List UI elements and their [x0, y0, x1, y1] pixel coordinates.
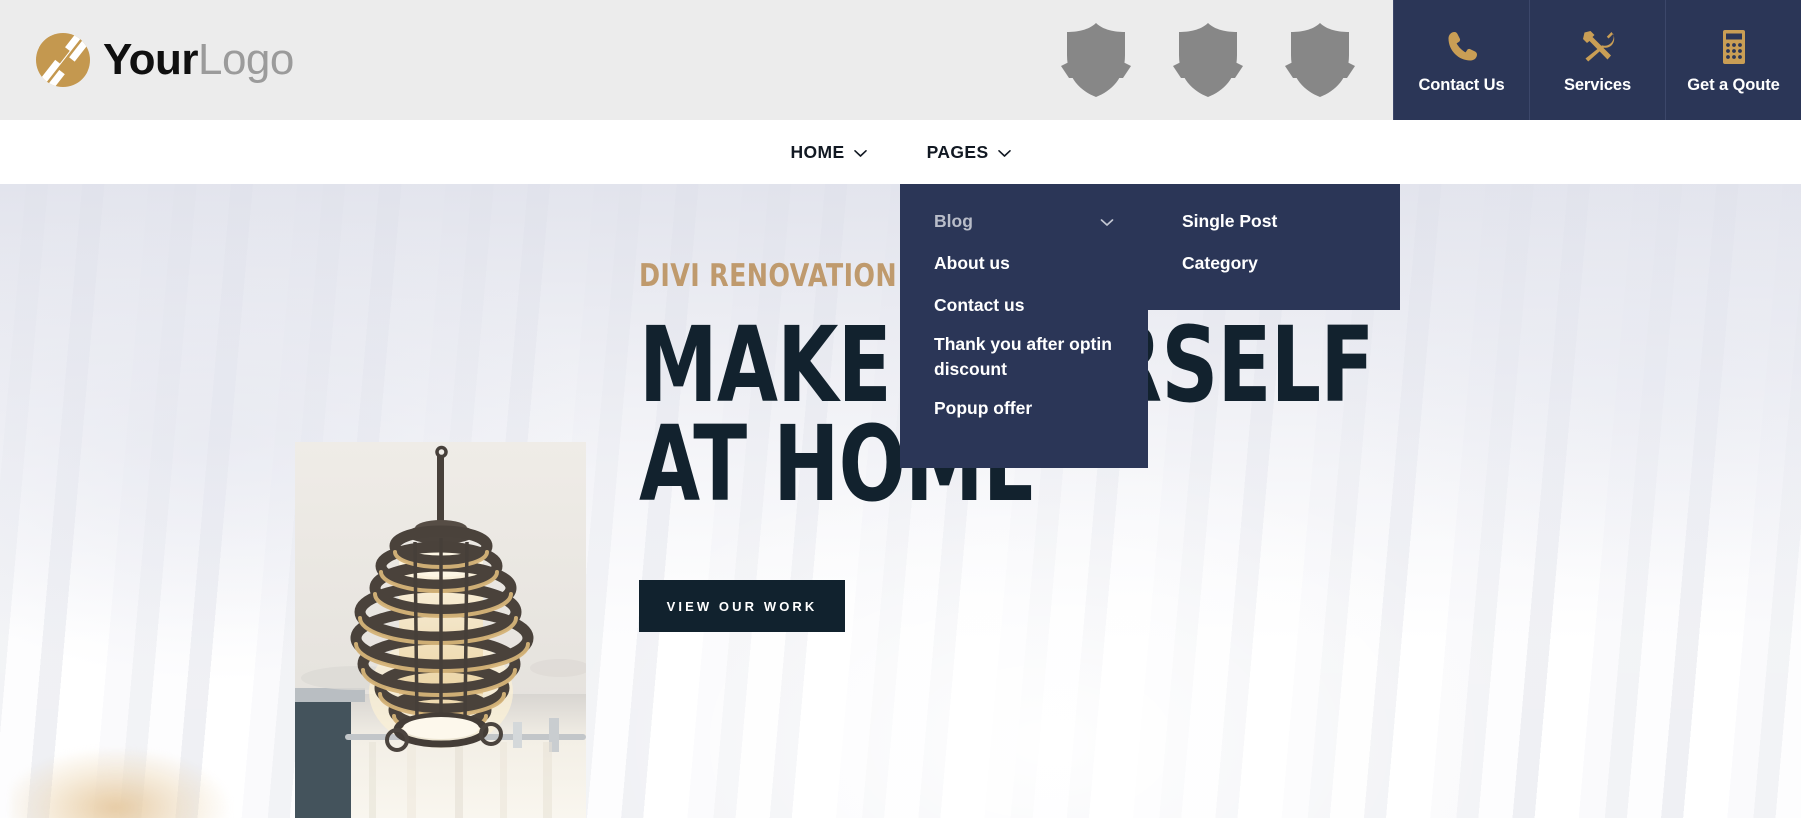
nav-item-home[interactable]: HOME: [790, 120, 867, 184]
site-header: YourLogo Contact Us Services Get a Qoute: [0, 0, 1801, 120]
view-our-work-label: VIEW OUR WORK: [666, 598, 818, 614]
spiral-chandelier-photo: [295, 442, 586, 818]
floral-decor: [10, 748, 230, 818]
dropdown-item-popup-offer-label: Popup offer: [934, 398, 1033, 419]
dropdown-item-popup-offer[interactable]: Popup offer: [900, 394, 1148, 424]
dropdown-item-contact-us-label: Contact us: [934, 294, 1025, 315]
primary-nav: HOME PAGES: [0, 120, 1801, 184]
phone-icon: [1442, 26, 1482, 68]
header-cta-group: Contact Us Services Get a Qoute: [1393, 0, 1801, 120]
chevron-down-icon: [997, 142, 1011, 163]
shield-badge-icon: [1171, 21, 1245, 99]
dropdown-item-category-label: Category: [1182, 252, 1258, 273]
nav-item-home-label: HOME: [790, 141, 845, 162]
dropdown-item-contact-us[interactable]: Contact us: [900, 290, 1148, 320]
logo-text: YourLogo: [103, 35, 294, 85]
dropdown-main-column: Blog About us Contact us Thank you after…: [900, 184, 1148, 468]
nav-item-pages-label: PAGES: [926, 141, 989, 162]
view-our-work-button[interactable]: VIEW OUR WORK: [639, 580, 845, 632]
dropdown-item-about-us-label: About us: [934, 252, 1010, 273]
shield-badge-icon: [1283, 21, 1357, 99]
header-spacer: [294, 0, 1059, 120]
logo-text-secondary: Logo: [197, 35, 294, 84]
services-button[interactable]: Services: [1529, 0, 1665, 120]
calculator-icon: [1714, 26, 1754, 68]
dropdown-item-blog[interactable]: Blog: [900, 206, 1148, 236]
logo[interactable]: YourLogo: [0, 0, 294, 120]
dropdown-item-single-post-label: Single Post: [1182, 210, 1278, 231]
nav-item-pages[interactable]: PAGES: [927, 120, 1011, 184]
dropdown-submenu-column: Single Post Category: [1148, 184, 1400, 310]
pages-dropdown-menu: Blog About us Contact us Thank you after…: [900, 184, 1400, 468]
dropdown-item-about-us[interactable]: About us: [900, 248, 1148, 278]
dropdown-item-category[interactable]: Category: [1148, 248, 1400, 278]
chevron-down-icon: [853, 142, 867, 163]
chevron-down-icon: [1100, 209, 1114, 234]
trust-badges: [1059, 0, 1393, 120]
contact-us-button[interactable]: Contact Us: [1393, 0, 1529, 120]
dropdown-item-blog-label: Blog: [934, 210, 973, 231]
dropdown-item-thank-you[interactable]: Thank you after optin discount: [900, 332, 1148, 382]
dropdown-item-thank-you-label: Thank you after optin discount: [934, 334, 1112, 379]
logo-text-primary: Your: [103, 35, 198, 84]
dropdown-item-single-post[interactable]: Single Post: [1148, 206, 1400, 236]
contact-us-label: Contact Us: [1418, 75, 1505, 94]
tools-icon: [1578, 26, 1618, 68]
get-a-quote-button[interactable]: Get a Qoute: [1665, 0, 1801, 120]
shield-badge-icon: [1059, 21, 1133, 99]
services-label: Services: [1563, 75, 1632, 94]
page-root: YourLogo Contact Us Services Get a Qoute…: [0, 0, 1801, 818]
get-a-quote-label: Get a Qoute: [1687, 75, 1780, 94]
spiral-s-logo-icon: [36, 33, 90, 87]
